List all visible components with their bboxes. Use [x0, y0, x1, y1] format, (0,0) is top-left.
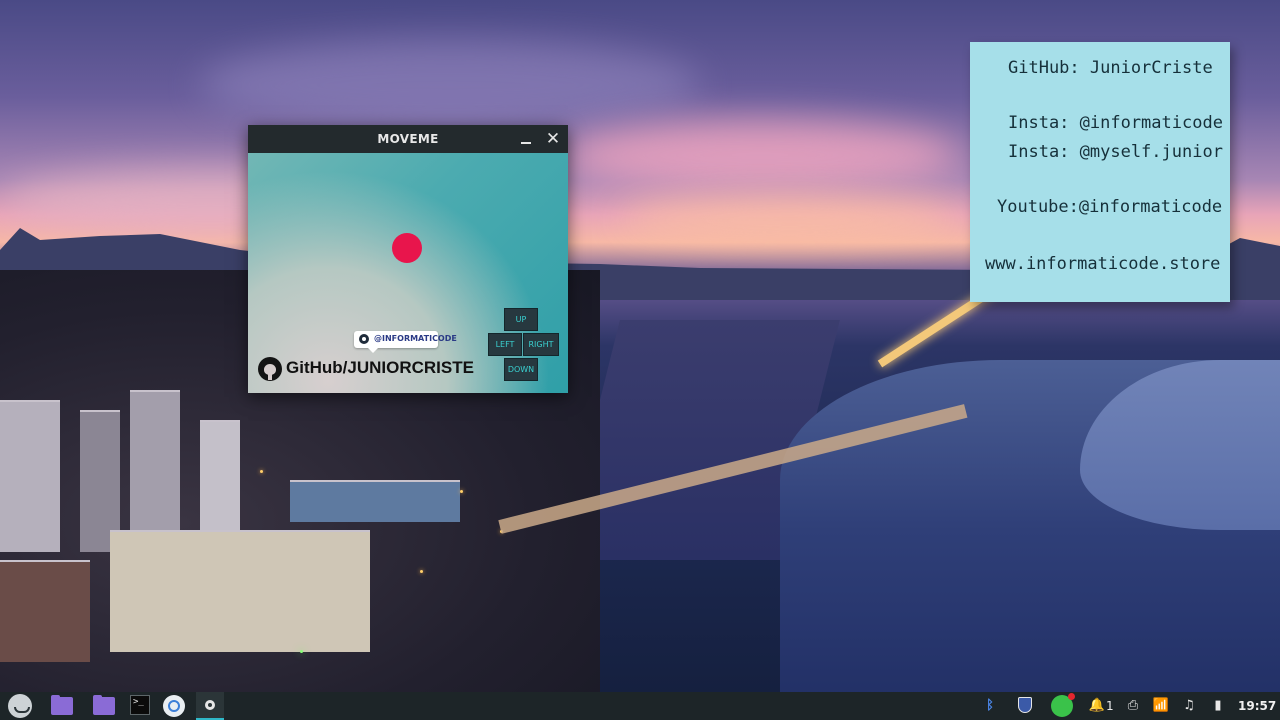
- instagram-handle: @INFORMATICODE: [374, 334, 457, 343]
- wifi-icon[interactable]: 📶: [1151, 696, 1171, 716]
- clock[interactable]: 19:57: [1238, 696, 1276, 716]
- moveme-window[interactable]: MOVEME ✕ @INFORMATICODE GitHub/JUNIORCRI…: [248, 125, 568, 393]
- bluetooth-icon[interactable]: ᛒ: [980, 696, 1000, 716]
- close-button[interactable]: ✕: [543, 129, 563, 149]
- up-button[interactable]: UP: [504, 308, 538, 331]
- building: [110, 530, 370, 652]
- browser-icon[interactable]: [163, 695, 185, 717]
- github-watermark: GitHub/JUNIORCRISTE: [286, 358, 474, 377]
- left-button[interactable]: LEFT: [488, 333, 522, 356]
- city-light: [460, 490, 463, 493]
- red-ball: [392, 233, 422, 263]
- building: [0, 400, 60, 552]
- shield-icon[interactable]: [1015, 696, 1035, 716]
- cloud: [560, 120, 960, 190]
- building: [0, 560, 90, 662]
- cloud: [200, 40, 700, 130]
- taskbar: >_ ᛒ 🔔 1 ⎙ 📶 ♫ ▮ 19:57: [0, 692, 1280, 720]
- terminal-icon[interactable]: >_: [130, 695, 150, 715]
- settings-icon[interactable]: [196, 692, 224, 720]
- building: [200, 420, 240, 542]
- note-insta-1: Insta: @informaticode: [1008, 113, 1223, 133]
- building: [290, 480, 460, 522]
- github-icon: [258, 357, 282, 381]
- down-button[interactable]: DOWN: [504, 358, 538, 381]
- folder-icon[interactable]: [51, 695, 73, 715]
- music-icon[interactable]: ♫: [1179, 696, 1199, 716]
- right-button[interactable]: RIGHT: [523, 333, 559, 356]
- note-website: www.informaticode.store: [985, 254, 1221, 274]
- city-light: [260, 470, 263, 473]
- battery-icon[interactable]: ▮: [1208, 696, 1228, 716]
- notification-icon[interactable]: 🔔: [1087, 696, 1107, 716]
- note-github: GitHub: JuniorCriste: [1008, 58, 1213, 78]
- note-youtube: Youtube:@informaticode: [997, 197, 1223, 217]
- note-insta-2: Insta: @myself.junior: [1008, 142, 1223, 162]
- window-titlebar[interactable]: MOVEME ✕: [248, 125, 568, 153]
- game-canvas: @INFORMATICODE GitHub/JUNIORCRISTE UP LE…: [248, 153, 568, 393]
- folder-icon[interactable]: [93, 695, 115, 715]
- notification-count: 1: [1106, 699, 1114, 713]
- instagram-icon: [359, 334, 369, 344]
- city-light: [420, 570, 423, 573]
- sticky-note[interactable]: GitHub: JuniorCriste Insta: @informatico…: [970, 42, 1230, 302]
- city-light: [300, 650, 303, 653]
- menu-launcher-icon[interactable]: [8, 694, 32, 718]
- instagram-badge: @INFORMATICODE: [354, 331, 457, 353]
- minimize-button[interactable]: [516, 129, 536, 149]
- printer-icon[interactable]: ⎙: [1123, 696, 1143, 716]
- whatsapp-icon[interactable]: [1051, 693, 1075, 717]
- building: [130, 390, 180, 552]
